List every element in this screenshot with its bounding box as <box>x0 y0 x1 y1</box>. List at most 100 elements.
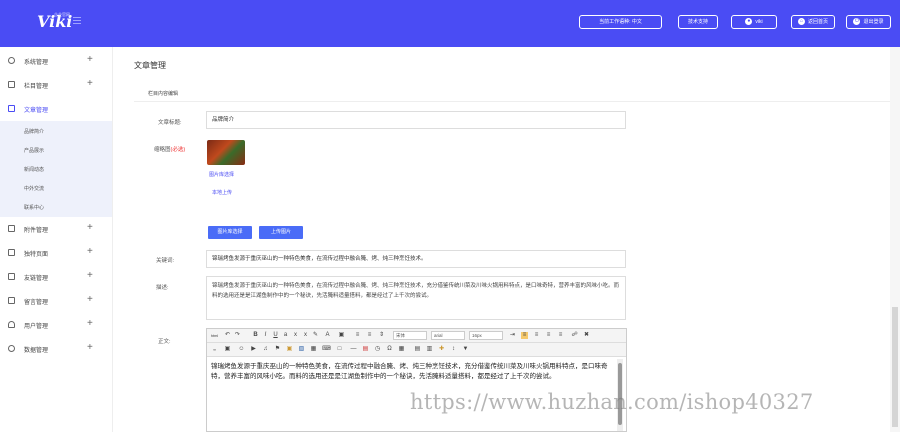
sidebar-item-special-page[interactable]: 独特页面 + <box>0 241 113 265</box>
align-right-icon[interactable]: ≡ <box>545 332 552 339</box>
plus-icon[interactable]: + <box>87 342 93 354</box>
page-scrollbar[interactable] <box>890 47 900 432</box>
title-input[interactable]: 品牌简介 <box>206 111 626 129</box>
template-icon[interactable]: ▦ <box>310 346 317 353</box>
plus-icon[interactable]: + <box>87 270 93 282</box>
italic-icon[interactable]: I <box>262 332 269 339</box>
date-icon[interactable]: ▤ <box>362 346 369 353</box>
anchor-icon[interactable]: ∞ <box>210 346 219 353</box>
tab-content-edit[interactable]: 栏目内容编辑 <box>148 90 178 97</box>
grid-icon <box>8 81 15 88</box>
logo-subtitle: 企业官网 <box>54 12 70 17</box>
user-button[interactable]: ● viki <box>731 15 777 29</box>
user-icon: ● <box>745 18 753 26</box>
language-label: 当前工作语种: 中文 <box>599 19 642 25</box>
plus-icon[interactable]: + <box>87 78 93 90</box>
message-icon <box>8 297 15 304</box>
submenu-item[interactable]: 中外交流 <box>24 185 44 192</box>
plus-icon[interactable]: + <box>87 246 93 258</box>
background-icon[interactable]: □ <box>336 346 343 353</box>
emotion-icon[interactable]: ☺ <box>238 346 245 353</box>
sidebar-item-system[interactable]: 系统管理 + <box>0 49 113 73</box>
time-icon[interactable]: ◷ <box>374 346 381 353</box>
link-icon <box>8 273 15 280</box>
top-header: Viki 企业官网 当前工作语种: 中文 技术支持 ● viki ⌂ 返回首页 ⏻ 退… <box>0 0 900 47</box>
thumbnail-gallery-link[interactable]: 图片库选择 <box>209 171 234 178</box>
submenu-item[interactable]: 新闻动态 <box>24 166 44 173</box>
sidebar-item-messages[interactable]: 留言管理 + <box>0 289 113 313</box>
description-label: 描述: <box>156 285 169 291</box>
plus-icon[interactable]: + <box>87 318 93 330</box>
underline-icon[interactable]: U <box>272 332 279 339</box>
line-height-icon[interactable]: ⇕ <box>378 332 385 339</box>
unordered-list-icon[interactable]: ≡ <box>366 332 373 339</box>
indent-icon[interactable]: ⇥ <box>509 332 516 339</box>
attachment-icon[interactable]: ▧ <box>298 346 305 353</box>
image-icon[interactable]: ▣ <box>224 346 231 353</box>
home-button[interactable]: ⌂ 返回首页 <box>791 15 835 29</box>
sidebar-item-label: 数据管理 <box>24 348 49 354</box>
editor-body[interactable]: 锦瑞烤鱼发源于重庆巫山的一种特色美食，在流传过程中融合腌、烤、炖三种烹饪技术，充… <box>211 362 613 382</box>
sidebar-item-column[interactable]: 栏目管理 + <box>0 73 113 97</box>
plus-icon[interactable]: + <box>87 54 93 66</box>
submenu-item[interactable]: 产品展示 <box>24 147 44 154</box>
subscript-icon[interactable]: x <box>302 332 309 339</box>
align-left-icon[interactable]: ≡ <box>521 332 528 339</box>
language-button[interactable]: 当前工作语种: 中文 <box>579 15 662 29</box>
link-icon[interactable]: ☍ <box>571 332 578 339</box>
sidebar-item-article[interactable]: 文章管理 <box>0 97 113 121</box>
font-size-select[interactable]: 16px <box>469 331 503 340</box>
thumbnail-upload-link[interactable]: 本地上传 <box>212 189 232 196</box>
sidebar-item-attachment[interactable]: 附件管理 + <box>0 217 113 241</box>
plus-icon[interactable]: + <box>87 294 93 306</box>
sidebar-item-users[interactable]: 用户管理 + <box>0 313 113 337</box>
insert-column-icon[interactable]: ▥ <box>426 346 433 353</box>
keywords-input[interactable]: 锦瑞烤鱼发源于重庆巫山的一种特色美食，在流传过程中融合腌、烤、炖三种烹饪技术。 <box>206 250 626 268</box>
unlink-icon[interactable]: ✖ <box>583 332 590 339</box>
filter-icon[interactable]: ▼ <box>462 346 469 353</box>
sidebar-item-data[interactable]: 数据管理 + <box>0 337 113 361</box>
merge-cells-icon[interactable]: ✚ <box>438 346 445 353</box>
sidebar-item-label: 留言管理 <box>24 300 49 306</box>
rich-text-editor: html ↶ ↷ B I U a x x ✎ A ▣ ≡ ≡ ⇕ 宋体 aria… <box>206 328 627 432</box>
editor-toolbar-row-1: html ↶ ↷ B I U a x x ✎ A ▣ ≡ ≡ ⇕ 宋体 aria… <box>207 329 626 343</box>
gallery-select-button[interactable]: 图片库选择 <box>208 226 252 239</box>
sidebar-item-links[interactable]: 友链管理 + <box>0 265 113 289</box>
logout-button[interactable]: ⏻ 退出登录 <box>846 15 891 29</box>
superscript-icon[interactable]: x <box>292 332 299 339</box>
font-color-icon[interactable]: A <box>324 332 331 339</box>
font-name-select[interactable]: arial <box>431 331 465 340</box>
video-icon[interactable]: ▶ <box>250 346 257 353</box>
music-icon[interactable]: ♫ <box>262 346 269 353</box>
tech-support-label: 技术支持 <box>687 19 708 25</box>
horizontal-rule-icon[interactable]: — <box>350 346 357 353</box>
align-center-icon[interactable]: ≡ <box>533 332 540 339</box>
insert-row-icon[interactable]: ▤ <box>414 346 421 353</box>
table-icon[interactable]: ▦ <box>398 346 405 353</box>
redo-icon[interactable]: ↷ <box>234 332 241 339</box>
submenu-item[interactable]: 品牌简介 <box>24 128 44 135</box>
source-icon[interactable]: html <box>210 332 219 339</box>
insert-image-icon[interactable]: ▣ <box>286 346 293 353</box>
logout-label: 退出登录 <box>863 19 884 25</box>
undo-icon[interactable]: ↶ <box>224 332 231 339</box>
highlight-icon[interactable]: ▣ <box>338 332 345 339</box>
map-icon[interactable]: ⚑ <box>274 346 281 353</box>
special-char-icon[interactable]: Ω <box>386 346 393 353</box>
strikethrough-icon[interactable]: a <box>282 332 289 339</box>
description-textarea[interactable]: 锦瑞烤鱼发源于重庆巫山的一种特色美食，在流传过程中融合腌、烤、炖三种烹饪技术，充… <box>206 276 626 320</box>
code-icon[interactable]: ⌨ <box>322 346 331 353</box>
font-family-select[interactable]: 宋体 <box>393 331 427 340</box>
bold-icon[interactable]: B <box>252 332 259 339</box>
menu-toggle-icon[interactable] <box>73 17 81 24</box>
split-cells-icon[interactable]: ↕ <box>450 346 457 353</box>
ordered-list-icon[interactable]: ≡ <box>354 332 361 339</box>
submenu-item[interactable]: 联系中心 <box>24 204 44 211</box>
align-justify-icon[interactable]: ≡ <box>557 332 564 339</box>
eraser-icon[interactable]: ✎ <box>312 332 319 339</box>
tech-support-button[interactable]: 技术支持 <box>678 15 718 29</box>
plus-icon[interactable]: + <box>87 222 93 234</box>
gear-icon <box>8 57 15 64</box>
thumbnail-image[interactable] <box>207 140 245 165</box>
upload-image-button[interactable]: 上传图片 <box>259 226 303 239</box>
